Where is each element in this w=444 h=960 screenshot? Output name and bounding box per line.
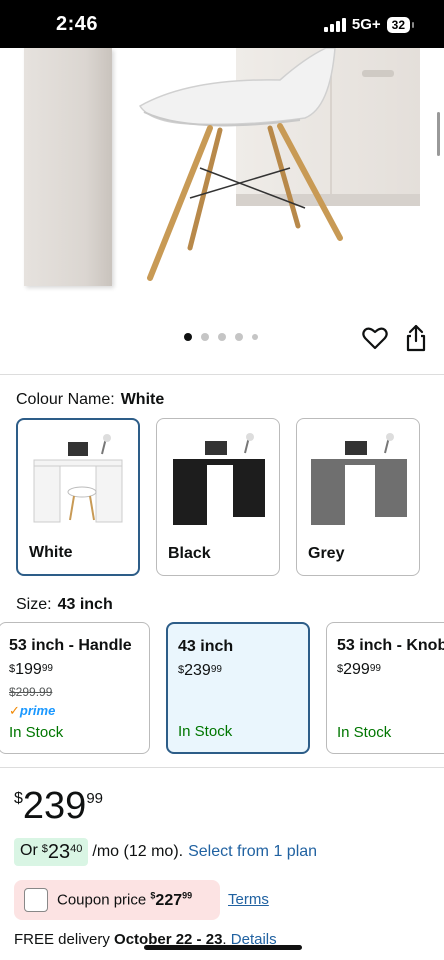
carousel-dot[interactable] <box>252 334 258 340</box>
coupon-text: Coupon price $22799 <box>57 890 193 909</box>
size-option-53-knob[interactable]: 53 inch - Knob $29999 In Stock <box>326 622 444 754</box>
size-option-price: $23999 <box>178 662 222 679</box>
colour-option-grey[interactable]: Grey <box>296 418 420 576</box>
desk-panel-image <box>24 48 112 286</box>
size-option-stock: In Stock <box>178 723 233 740</box>
carousel-dots[interactable] <box>184 333 258 341</box>
size-label-line: Size: 43 inch <box>16 596 113 614</box>
size-option-price: $19999 <box>9 661 53 678</box>
prime-check-icon: ✓ <box>9 703 20 718</box>
coupon-box[interactable]: Coupon price $22799 <box>14 880 220 920</box>
size-option-title: 43 inch <box>178 638 234 655</box>
scroll-indicator <box>437 112 440 156</box>
cabinet-handle <box>362 70 394 77</box>
size-option-title: 53 inch - Knob <box>337 637 444 654</box>
size-label: Size: <box>16 596 52 613</box>
cellular-signal-icon <box>323 17 346 32</box>
coupon-checkbox[interactable] <box>24 888 48 912</box>
size-option-53-handle[interactable]: 53 inch - Handle $19999 $299.99 ✓prime I… <box>0 622 150 754</box>
desk-thumbnail-grey <box>311 433 407 525</box>
installment-period: /mo (12 mo). <box>92 843 184 860</box>
colour-option-label: Black <box>168 545 211 562</box>
status-indicators: 5G+ 32 <box>323 16 415 33</box>
size-option-stock: In Stock <box>337 724 392 741</box>
size-option-price: $29999 <box>337 661 381 678</box>
carousel-dot[interactable] <box>201 333 209 341</box>
status-bar: 2:46 5G+ 32 <box>0 0 444 48</box>
coupon-terms-link[interactable]: Terms <box>228 891 269 908</box>
colour-option-black[interactable]: Black <box>156 418 280 576</box>
carousel-dot[interactable] <box>184 333 192 341</box>
select-plan-link[interactable]: Select from 1 plan <box>188 843 317 861</box>
colour-option-white[interactable]: White <box>16 418 140 576</box>
product-price: $239 99 <box>14 785 103 827</box>
size-selected: 43 inch <box>57 596 113 613</box>
section-divider <box>0 767 444 768</box>
section-divider <box>0 374 444 375</box>
colour-label-line: Colour Name: White <box>16 391 164 409</box>
carousel-dot[interactable] <box>218 333 226 341</box>
prime-badge: ✓prime <box>9 703 56 718</box>
product-image[interactable] <box>0 48 444 308</box>
size-option-stock: In Stock <box>9 724 64 741</box>
share-icon[interactable] <box>404 324 428 352</box>
network-type: 5G+ <box>351 16 381 33</box>
desk-thumbnail-black <box>173 433 265 525</box>
colour-option-label: White <box>29 544 73 561</box>
desk-thumbnail-white <box>33 434 123 523</box>
size-option-43[interactable]: 43 inch $23999 In Stock <box>166 622 310 754</box>
chair-image <box>138 48 343 281</box>
home-indicator[interactable] <box>144 945 302 950</box>
size-option-title: 53 inch - Handle <box>9 637 132 654</box>
carousel-dot[interactable] <box>235 333 243 341</box>
heart-icon[interactable] <box>362 326 388 350</box>
installment-offer: Or $23 40 /mo (12 mo). Select from 1 plan <box>14 838 317 866</box>
status-time: 2:46 <box>56 13 99 35</box>
colour-label: Colour Name: <box>16 391 115 408</box>
installment-amount-chip: Or $23 40 <box>14 838 89 866</box>
colour-selected: White <box>120 391 165 408</box>
colour-option-label: Grey <box>308 545 345 562</box>
size-option-was-price: $299.99 <box>9 685 53 699</box>
battery-icon: 32 <box>386 16 415 33</box>
